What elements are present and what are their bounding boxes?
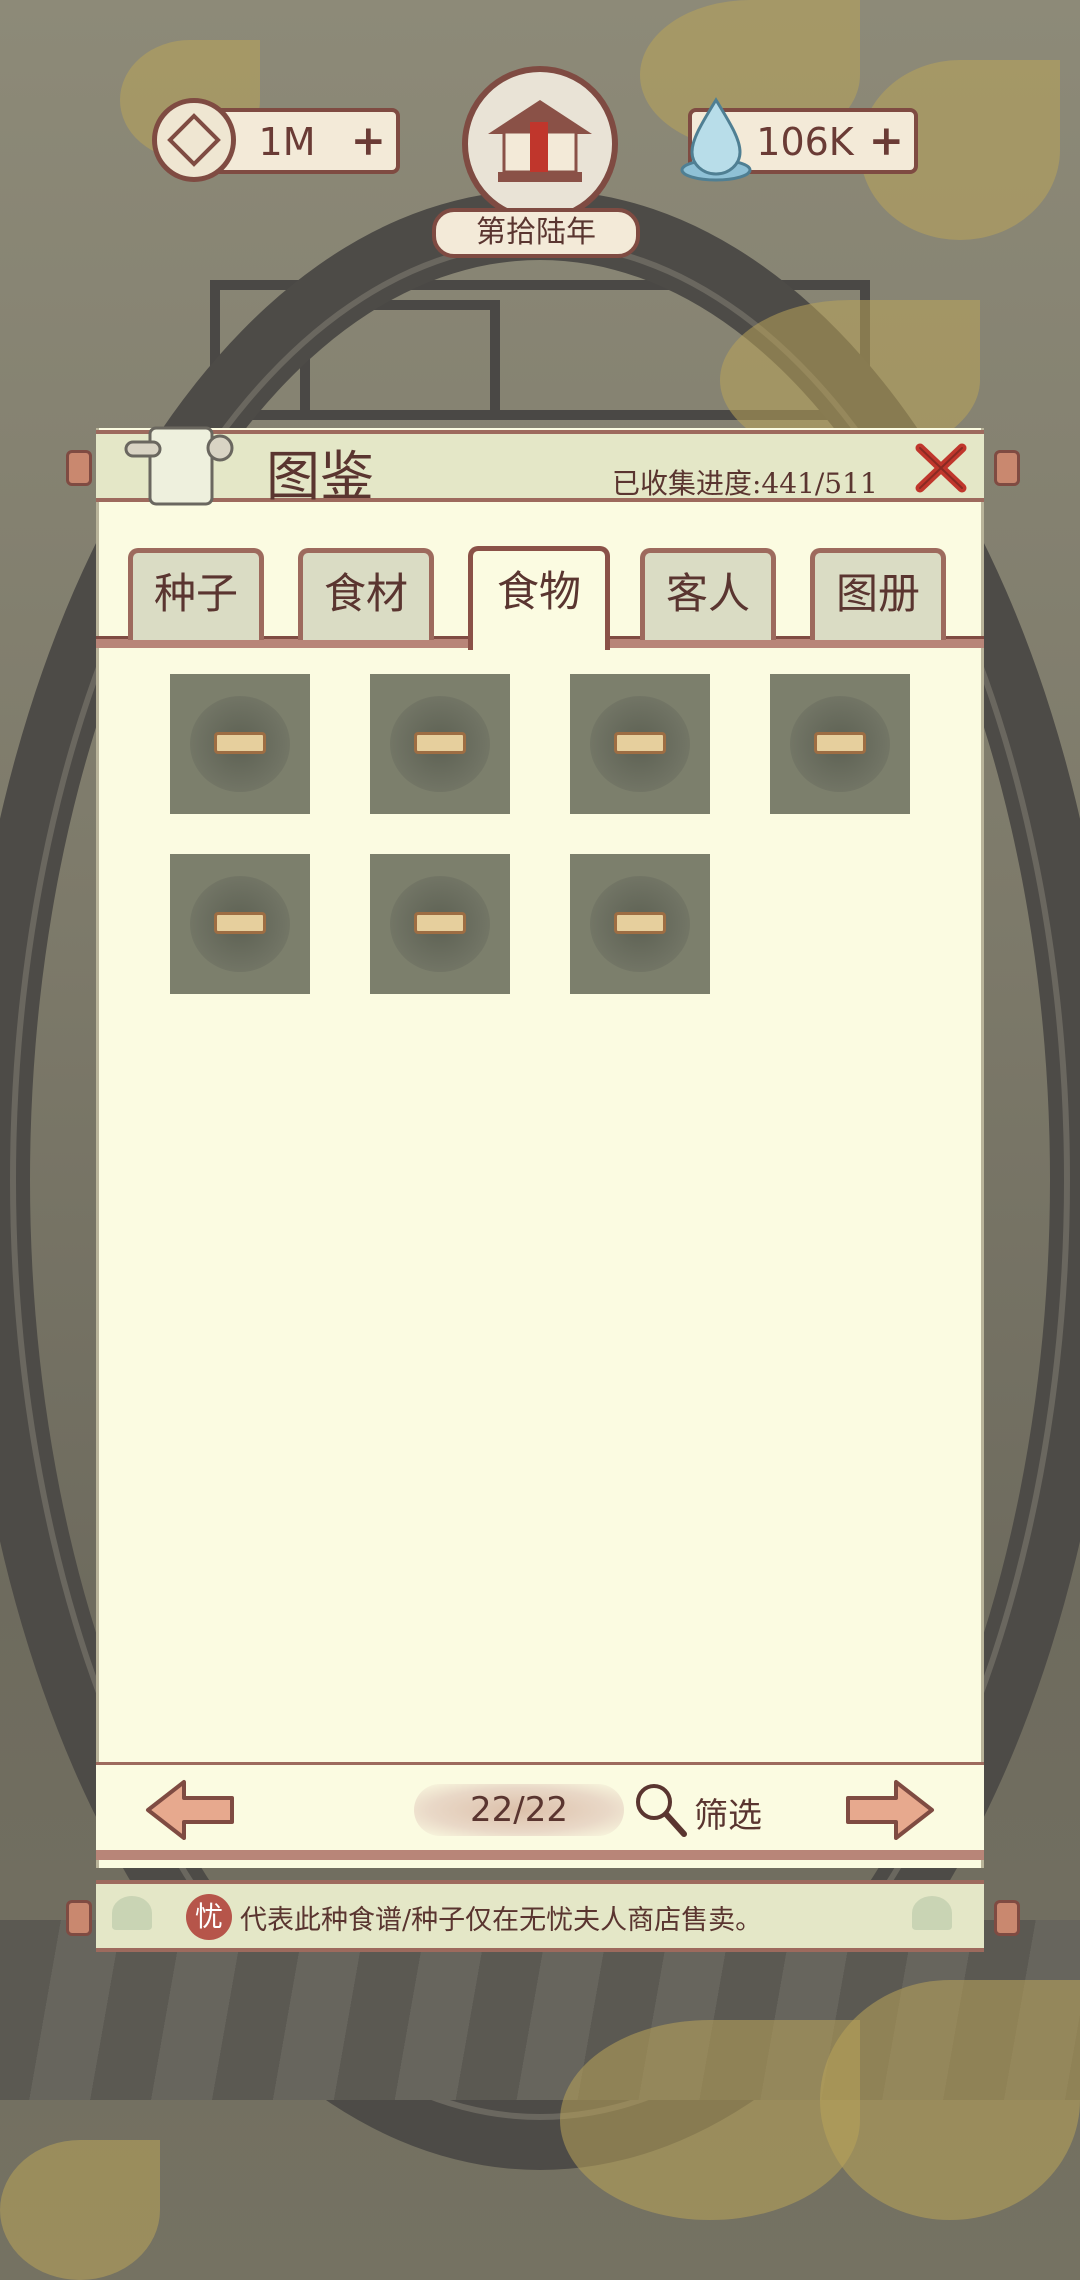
tab-album[interactable]: 图册 [810, 548, 946, 640]
collection-progress: 已收集进度:441/511 [612, 467, 878, 500]
lock-plaque-icon [214, 732, 266, 754]
panel-title: 图鉴 [266, 445, 374, 508]
lock-plaque-icon [614, 732, 666, 754]
locked-food-slot[interactable] [170, 854, 310, 994]
magnifier-icon[interactable] [630, 1780, 690, 1840]
page-indicator: 22/22 [414, 1784, 624, 1836]
ginkgo-leaf [560, 2020, 860, 2220]
lock-plaque-icon [814, 732, 866, 754]
locked-food-slot[interactable] [170, 674, 310, 814]
lock-plaque-icon [214, 912, 266, 934]
add-coins-button[interactable]: + [351, 120, 386, 162]
tab-ingredients[interactable]: 食材 [298, 548, 434, 640]
scroll-rod-right [994, 450, 1020, 486]
tab-food[interactable]: 食物 [468, 546, 610, 650]
tab-guests[interactable]: 客人 [640, 548, 776, 640]
ginkgo-leaf [0, 2140, 160, 2280]
exclusive-shop-badge: 忧 [186, 1894, 232, 1940]
lock-plaque-icon [414, 732, 466, 754]
ginkgo-leaf [820, 1980, 1080, 2220]
year-label: 第拾陆年 [432, 208, 640, 258]
locked-food-slot[interactable] [770, 674, 910, 814]
scroll-rod-right [994, 1900, 1020, 1936]
add-water-button[interactable]: + [869, 120, 904, 162]
pavilion-icon [488, 100, 592, 182]
water-drop-icon [680, 97, 752, 182]
lock-plaque-icon [414, 912, 466, 934]
tab-seeds[interactable]: 种子 [128, 548, 264, 640]
restaurant-emblem[interactable] [462, 66, 618, 222]
locked-food-slot[interactable] [370, 674, 510, 814]
locked-food-slot[interactable] [370, 854, 510, 994]
locked-food-slot[interactable] [570, 674, 710, 814]
coin-amount: 1M [258, 120, 316, 164]
next-page-arrow-icon[interactable] [844, 1778, 936, 1842]
scroll-rod-left [66, 450, 92, 486]
shop-note-text: 代表此种食谱/种子仅在无忧夫人商店售卖。 [240, 1905, 763, 1936]
scroll-rod-left [66, 1900, 92, 1936]
locked-food-slot[interactable] [570, 854, 710, 994]
ginkgo-leaf-icon [912, 1896, 952, 1930]
filter-button[interactable]: 筛选 [694, 1788, 762, 1837]
scroll-icon [124, 426, 234, 506]
coin-icon [152, 98, 236, 182]
ginkgo-leaf-icon [112, 1896, 152, 1930]
close-icon[interactable] [912, 440, 970, 496]
previous-page-arrow-icon[interactable] [144, 1778, 236, 1842]
water-amount: 106K [756, 120, 854, 164]
lock-plaque-icon [614, 912, 666, 934]
